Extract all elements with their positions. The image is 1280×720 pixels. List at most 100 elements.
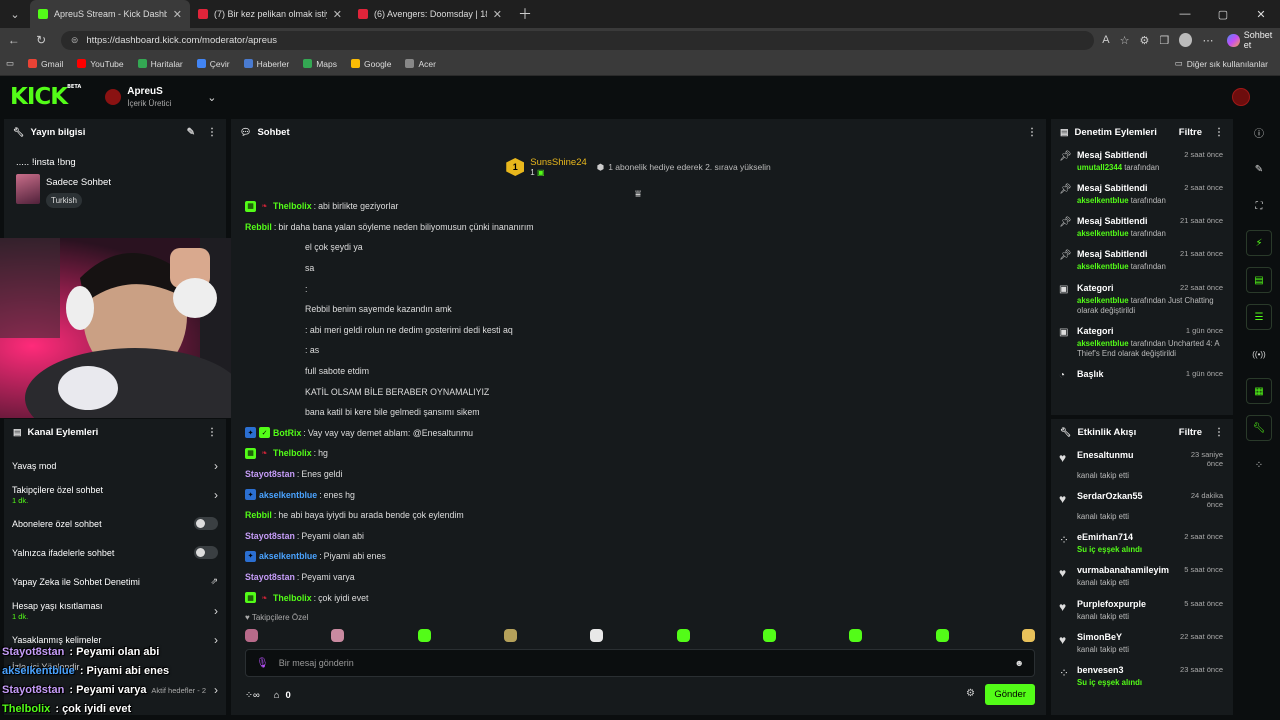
chevron-right-icon[interactable]: › (214, 633, 218, 647)
filter-button[interactable]: Filtre (1179, 127, 1202, 138)
address-bar[interactable]: ⊜ https://dashboard.kick.com/moderator/a… (60, 30, 1095, 50)
chevron-right-icon[interactable]: › (214, 488, 218, 502)
more-icon[interactable]: ⋮ (1214, 427, 1224, 438)
mic-icon[interactable]: 🎙︎ (256, 658, 269, 669)
chat-username[interactable]: akselkentblue (259, 551, 317, 561)
store-icon[interactable]: ⌂ (274, 690, 280, 701)
toggle-switch[interactable] (194, 517, 218, 530)
read-aloud-icon[interactable]: A (1102, 34, 1109, 46)
chat-username[interactable]: Rebbil (245, 222, 272, 232)
bookmark-item[interactable]: Maps (303, 59, 337, 69)
moderator-username[interactable]: akselkentblue (1077, 229, 1129, 238)
broadcast-icon[interactable]: ((•)) (1246, 341, 1272, 367)
new-tab-button[interactable]: ＋ (518, 4, 532, 24)
toggle-switch[interactable] (194, 546, 218, 559)
chart-icon[interactable]: ⇗ (210, 576, 218, 587)
bookmark-item[interactable]: Haberler (243, 59, 289, 69)
activity-username[interactable]: vurmabanahamileyim (1077, 565, 1184, 575)
chat-input[interactable]: 🎙︎ Bir mesaj gönderin ☻ (245, 649, 1035, 677)
close-tab-icon[interactable]: ✕ (333, 8, 342, 21)
layout-icon[interactable]: ▦ (1246, 378, 1272, 404)
activity-username[interactable]: eEmirhan714 (1077, 532, 1184, 542)
close-window-icon[interactable]: ✕ (1242, 0, 1280, 28)
chat-username[interactable]: Stayot8stan (245, 469, 295, 479)
channel-action-row[interactable]: Yapay Zeka ile Sohbet Denetimi ⇗ (4, 567, 226, 596)
chat-username[interactable]: akselkentblue (259, 490, 317, 500)
site-info-icon[interactable]: ⊜ (71, 35, 79, 46)
edit-icon[interactable]: ✎ (1246, 156, 1272, 182)
channel-action-row[interactable]: Yalnızca ifadelerle sohbet (4, 538, 226, 567)
activity-username[interactable]: Enesaltunmu (1077, 450, 1173, 468)
browser-tab[interactable]: ApreuS Stream - Kick Dashboard ✕ (30, 0, 190, 28)
close-tab-icon[interactable]: ✕ (173, 8, 182, 21)
maximize-icon[interactable]: ▢ (1204, 0, 1242, 28)
browser-tab[interactable]: (7) Bir kez pelikan olmak istiyorum ✕ (190, 0, 350, 28)
kick-logo[interactable]: KICKBETA (10, 84, 81, 110)
refresh-icon[interactable]: ↻ (27, 33, 54, 47)
user-avatar[interactable] (1232, 88, 1250, 106)
chevron-right-icon[interactable]: › (214, 459, 218, 473)
chat-username[interactable]: Stayot8stan (245, 531, 295, 541)
chat-username[interactable]: Thelbolix (273, 448, 312, 458)
activity-username[interactable]: SerdarOzkan55 (1077, 491, 1173, 509)
bookmark-item[interactable]: Google (351, 59, 391, 69)
pinned-user[interactable]: SunsShine24 (530, 157, 587, 168)
favorite-icon[interactable]: ☆ (1120, 34, 1130, 47)
emote-icon[interactable] (762, 628, 776, 642)
chat-username[interactable]: Thelbolix (273, 201, 312, 211)
more-icon[interactable]: ⋮ (207, 427, 217, 438)
tab-actions-icon[interactable]: ⌄ (4, 3, 26, 25)
minimize-icon[interactable]: — (1166, 0, 1204, 28)
pinned-leaderboard[interactable]: 1 SunsShine24 1 ▣ ⬢ 1 abonelik hediye ede… (231, 145, 1046, 189)
chat-username[interactable]: Rebbil (245, 510, 272, 520)
bookmark-item[interactable]: Acer (405, 59, 436, 69)
filter-button[interactable]: Filtre (1179, 427, 1202, 438)
moderator-username[interactable]: umutall2344 (1077, 163, 1122, 172)
points-icon[interactable]: ⁘ (1246, 452, 1272, 478)
send-button[interactable]: Gönder (985, 684, 1035, 705)
activity-username[interactable]: SimonBeY (1077, 632, 1180, 642)
activity-username[interactable]: benvesen3 (1077, 665, 1180, 675)
collections-icon[interactable]: ❐ (1159, 34, 1169, 47)
bookmark-item[interactable]: Çevir (196, 59, 230, 69)
emoji-icon[interactable]: ☻ (1015, 658, 1024, 668)
settings-gear-icon[interactable]: ⚙ (966, 688, 975, 699)
emote-icon[interactable] (503, 628, 517, 642)
more-menu-icon[interactable]: ⋯ (1202, 34, 1213, 47)
emote-icon[interactable] (331, 628, 345, 642)
bookmark-item[interactable]: Haritalar (137, 59, 183, 69)
emote-icon[interactable] (417, 628, 431, 642)
other-favorites[interactable]: ▭ Diğer sık kullanılanlar (1175, 58, 1268, 69)
bookmark-item[interactable]: Gmail (28, 59, 63, 69)
bookmark-item[interactable]: YouTube (77, 59, 124, 69)
more-icon[interactable]: ⋮ (1027, 127, 1037, 138)
chat-username[interactable]: Thelbolix (273, 593, 312, 603)
back-icon[interactable]: ← (0, 33, 27, 47)
emote-icon[interactable] (849, 628, 863, 642)
edit-icon[interactable]: ✎ (187, 127, 195, 138)
activity-username[interactable]: Purplefoxpurple (1077, 599, 1184, 609)
chat-username[interactable]: Stayot8stan (245, 572, 295, 582)
channel-switcher[interactable]: ApreuS İçerik Üretici ⌄ (105, 86, 216, 108)
channel-action-row[interactable]: Yavaş mod › (4, 451, 226, 480)
browser-tab[interactable]: (6) Avengers: Doomsday | 18 Aralı ✕ (350, 0, 510, 28)
channel-action-row[interactable]: Takipçilere özel sohbet 1 dk. › (4, 480, 226, 509)
emote-icon[interactable] (1021, 628, 1035, 642)
active-goals-label[interactable]: Aktif hedefler - 2 (151, 686, 206, 695)
emote-icon[interactable] (676, 628, 690, 642)
clipboard-icon[interactable]: ▤ (1246, 267, 1272, 293)
close-tab-icon[interactable]: ✕ (493, 8, 502, 21)
moderator-username[interactable]: akselkentblue (1077, 339, 1129, 348)
profile-avatar[interactable] (1179, 33, 1193, 47)
extensions-icon[interactable]: ⚙ (1139, 34, 1149, 47)
copilot-button[interactable]: Sohbet et (1227, 30, 1280, 50)
emote-icon[interactable] (245, 628, 258, 642)
emote-icon[interactable] (590, 628, 604, 642)
expand-icon[interactable]: ⛶ (1246, 193, 1272, 219)
channel-points-icon[interactable]: ⁘∞ (245, 690, 260, 701)
chevron-right-icon[interactable]: › (214, 683, 218, 697)
info-icon[interactable]: ⓘ (1246, 119, 1272, 145)
chat-username[interactable]: BotRix (273, 428, 301, 438)
moderator-username[interactable]: akselkentblue (1077, 196, 1129, 205)
channel-action-row[interactable]: Abonelere özel sohbet (4, 509, 226, 538)
